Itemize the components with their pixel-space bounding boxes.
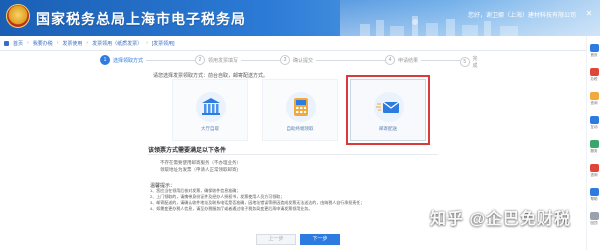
requirement-item: 不存在需要使用邮寄服务（不办理业务）: [160, 160, 241, 165]
user-info[interactable]: 您好，谢卫娜（上海）建材科技有限公司: [468, 10, 576, 19]
toolbar-label: 互动: [590, 125, 598, 129]
home-icon: [589, 44, 599, 52]
step-label: 申请结果: [398, 57, 419, 64]
tax-emblem-icon: [6, 4, 30, 28]
header-bar: 国家税务总局上海市电子税务局 您好，谢卫娜（上海）建材科技有限公司 ✕: [0, 0, 600, 36]
step-label: 完成: [472, 56, 478, 69]
notes-list: 1、您应当在领用后核对发票，确保收件信息准确； 2、上门领取的，请携带身份证件及…: [150, 188, 450, 212]
home-icon: [4, 40, 9, 46]
toolbar-item-query[interactable]: 查询: [589, 92, 599, 106]
toolbar-item-interact[interactable]: 互动: [589, 116, 599, 130]
breadcrumb-item-invoice-claim[interactable]: 发票领用（纸质发票）: [92, 40, 142, 47]
breadcrumb-item-invoice[interactable]: 发票使用: [62, 40, 82, 47]
step-label: 选择领取方式: [113, 57, 144, 64]
toolbar-label: 回顶: [590, 221, 598, 225]
service-icon: [589, 140, 599, 148]
toolbar-label: 办税: [590, 77, 598, 81]
watermark-text: 知乎 @企巴免财税: [430, 211, 572, 228]
user-info-text: 您好，谢卫娜（上海）建材科技有限公司: [467, 13, 576, 19]
toolbar-item-home[interactable]: 首页: [589, 44, 599, 58]
requirements-list: 不存在需要使用邮寄服务（不办理业务） 领取地址为发票（申请人正常领取邮寄): [160, 159, 241, 173]
search-icon: [589, 92, 599, 100]
progress-steps: 1 选择领取方式 2 领用发票填写 3 确认提交 4 申请结果 5 完成: [100, 55, 485, 69]
toolbar-label: 查询: [590, 101, 598, 105]
option-label: 自助终端领取: [286, 126, 314, 131]
step-number: 5: [460, 57, 470, 67]
step-label: 确认提交: [293, 57, 314, 64]
step-number: 2: [195, 55, 205, 65]
breadcrumb: 首页 › 我要办税 › 发票使用 › 发票领用（纸质发票） › [发票领用]: [4, 38, 175, 48]
chat-icon: [589, 116, 599, 124]
step-4: 4 申请结果: [385, 55, 422, 65]
breadcrumb-separator: ›: [146, 40, 148, 46]
breadcrumb-separator: ›: [56, 40, 59, 46]
toolbar-label: 帮助: [590, 197, 598, 201]
option-label: 大厅自取: [201, 126, 219, 131]
divider: [148, 154, 438, 155]
phone-icon: [589, 164, 599, 172]
step-label: 领用发票填写: [208, 57, 239, 64]
option-self-service-terminal[interactable]: 自助终端领取: [262, 79, 338, 141]
arrow-up-icon: [589, 212, 599, 220]
toolbar-item-tax[interactable]: 办税: [589, 68, 599, 82]
tax-icon: [589, 68, 599, 76]
step-5: 5 完成: [460, 55, 485, 69]
breadcrumb-item-tax[interactable]: 我要办税: [33, 40, 53, 47]
requirement-item: 领取地址为发票（申请人正常领取邮寄): [160, 167, 238, 172]
toolbar-item-service[interactable]: 服务: [589, 140, 599, 154]
toolbar-label: 服务: [590, 149, 598, 153]
step-number: 4: [385, 55, 395, 65]
section-title: 该领票方式需要满足以下条件: [148, 148, 227, 154]
right-toolbar: 首页 办税 查询 互动 服务 咨询 帮助 回顶: [586, 36, 600, 250]
toolbar-label: 咨询: [590, 173, 598, 177]
note-item: 4、如需变更办税人信息，请至办税服务厅或者通过电子税务局变更后再申请发票领用业务…: [150, 206, 313, 211]
next-step-button[interactable]: 下一步: [300, 234, 340, 245]
step-number: 1: [100, 55, 110, 65]
step-3: 3 确认提交: [280, 55, 317, 65]
site-title: 国家税务总局上海市电子税务局: [36, 12, 246, 28]
breadcrumb-separator: ›: [86, 40, 89, 46]
step-number: 3: [280, 55, 290, 65]
bank-icon: [196, 92, 226, 122]
option-hall-pickup[interactable]: 大厅自取: [172, 79, 248, 141]
breadcrumb-item-home[interactable]: 首页: [13, 40, 23, 47]
toolbar-item-consult[interactable]: 咨询: [589, 164, 599, 178]
step-1: 1 选择领取方式: [100, 55, 147, 65]
toolbar-item-help[interactable]: 帮助: [589, 188, 599, 202]
toolbar-label: 首页: [590, 53, 598, 57]
step-2: 2 领用发票填写: [195, 55, 242, 65]
breadcrumb-separator: ›: [27, 40, 29, 46]
instruction-text: 请您选择发票领取方式：前台自取，邮寄配送方式。: [153, 73, 269, 79]
toolbar-item-top[interactable]: 回顶: [589, 212, 599, 226]
close-icon[interactable]: ✕: [584, 9, 594, 19]
terminal-icon: [286, 92, 316, 122]
breadcrumb-item-current: [发票领用]: [151, 40, 175, 47]
divider: [0, 50, 600, 51]
previous-step-button[interactable]: 上一步: [256, 234, 296, 245]
help-icon: [589, 188, 599, 196]
selection-highlight: [346, 75, 430, 145]
